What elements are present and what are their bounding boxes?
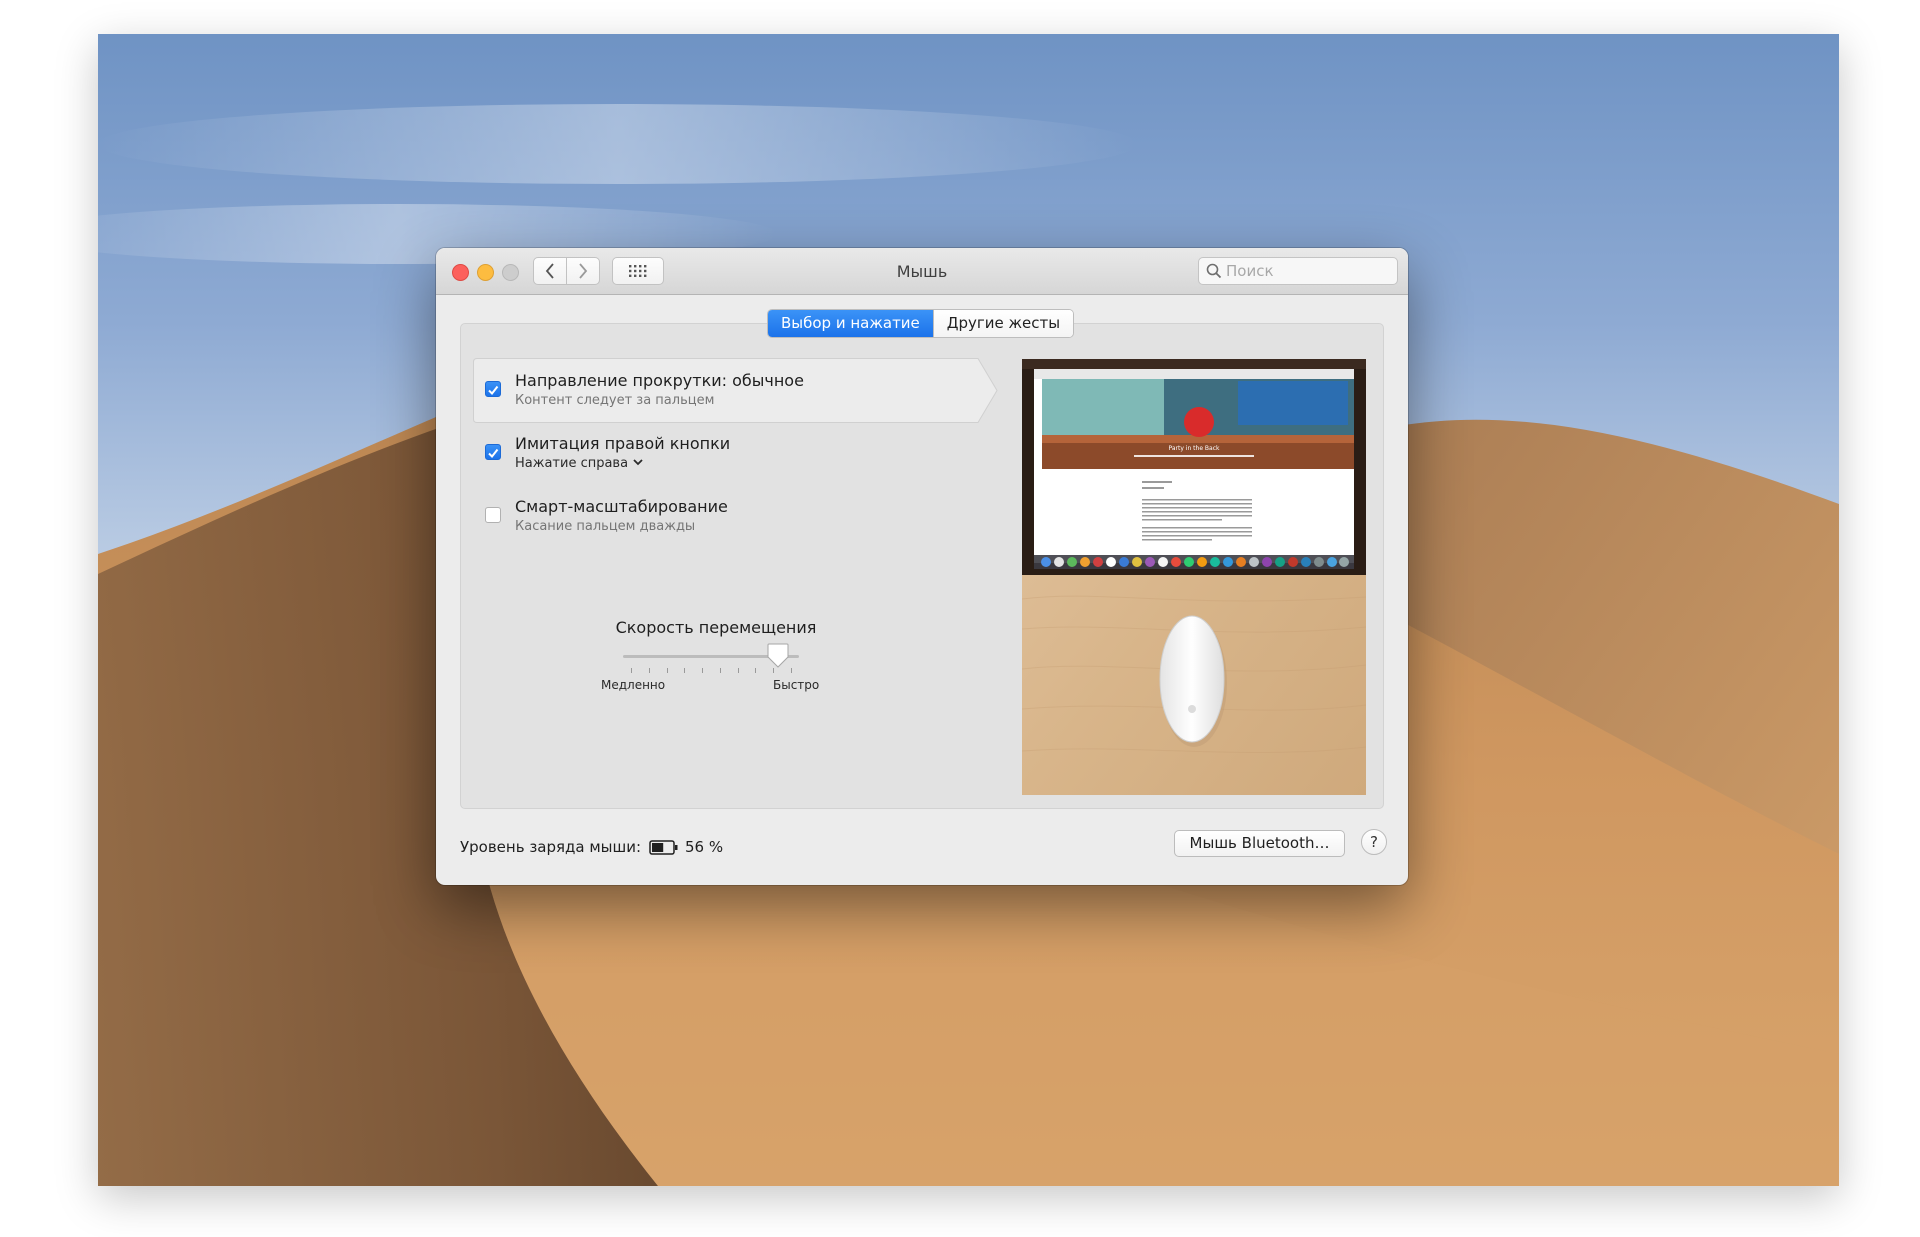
tab-point-and-click[interactable]: Выбор и нажатие <box>768 310 933 337</box>
secondary-click-dropdown[interactable]: Нажатие справа <box>515 456 643 471</box>
slider-tick <box>755 668 757 673</box>
setup-bluetooth-mouse-button[interactable]: Мышь Bluetooth… <box>1174 830 1345 857</box>
speed-max-label: Быстро <box>773 678 820 692</box>
smart-zoom-checkbox[interactable] <box>485 507 501 523</box>
selected-option-highlight <box>473 358 998 423</box>
smart-zoom-sublabel: Касание пальцем дважды <box>515 519 696 534</box>
secondary-click-checkbox[interactable] <box>485 444 501 460</box>
slider-tick <box>684 668 686 673</box>
slider-tick <box>737 668 739 673</box>
help-button[interactable]: ? <box>1361 829 1387 855</box>
scroll-direction-label: Направление прокрутки: обычное <box>515 371 804 390</box>
mouse-preferences-window: Мышь Выбор и нажатие Другие жесты Направ… <box>436 248 1408 885</box>
slider-tick <box>702 668 704 673</box>
checkmark-icon <box>488 385 499 396</box>
smart-zoom-label: Смарт-масштабирование <box>515 497 728 516</box>
preview-headline: Party in the Back <box>1169 445 1221 452</box>
slider-thumb[interactable] <box>767 643 789 669</box>
scroll-direction-checkbox[interactable] <box>485 381 501 397</box>
secondary-click-value: Нажатие справа <box>515 456 629 471</box>
gesture-preview-image: Party in the Back <box>1022 359 1366 795</box>
battery-icon <box>649 840 678 855</box>
slider-tick <box>719 668 721 673</box>
chevron-down-icon <box>633 459 643 466</box>
tracking-speed-slider[interactable] <box>623 643 799 673</box>
slider-tick <box>631 668 632 673</box>
search-input[interactable] <box>1226 260 1391 282</box>
title-bar: Мышь <box>436 248 1408 295</box>
checkmark-icon <box>488 448 499 459</box>
battery-level-label: Уровень заряда мыши: <box>460 838 642 856</box>
scroll-direction-sublabel: Контент следует за пальцем <box>515 393 715 408</box>
secondary-click-label: Имитация правой кнопки <box>515 434 731 453</box>
tracking-speed-title: Скорость перемещения <box>615 618 817 637</box>
search-icon <box>1206 263 1222 279</box>
search-field[interactable] <box>1198 257 1398 285</box>
content-panel: Направление прокрутки: обычное Контент с… <box>460 323 1384 809</box>
slider-tick <box>648 668 650 673</box>
slider-tick <box>791 668 792 673</box>
slider-tick <box>666 668 668 673</box>
tab-bar: Выбор и нажатие Другие жесты <box>767 309 1075 338</box>
battery-percent: 56 % <box>685 838 724 856</box>
tab-more-gestures[interactable]: Другие жесты <box>932 310 1074 337</box>
speed-min-label: Медленно <box>601 678 666 692</box>
